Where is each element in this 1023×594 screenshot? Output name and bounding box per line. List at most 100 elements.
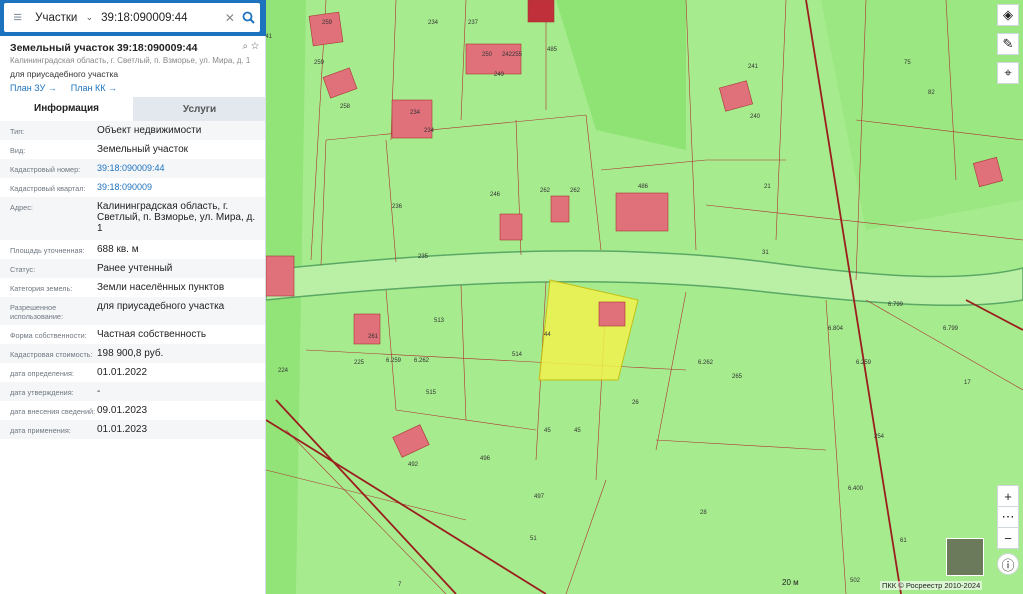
zoom-in-button[interactable]: + bbox=[997, 485, 1019, 507]
parcel-label: 249 bbox=[494, 72, 505, 78]
parcel-label: 259 bbox=[314, 60, 325, 66]
attr-label: Форма собственности: bbox=[10, 331, 87, 340]
parcel-label: 255 bbox=[512, 52, 523, 58]
attr-row: Статус: Ранее учтенный bbox=[0, 259, 265, 278]
attr-row: Вид: Земельный участок bbox=[0, 140, 265, 159]
attr-value: 198 900,8 руб. bbox=[97, 348, 164, 359]
parcel-label: 26 bbox=[632, 400, 639, 406]
attr-value: Земельный участок bbox=[97, 144, 189, 155]
cadastral-number-link[interactable]: 39:18:090009:44 bbox=[97, 163, 262, 174]
attr-value: 01.01.2022 bbox=[97, 367, 148, 378]
search-icon[interactable] bbox=[237, 11, 260, 24]
parcel-label: 6.400 bbox=[848, 486, 864, 492]
attr-value: Объект недвижимости bbox=[97, 125, 202, 136]
parcel-label: 6.259 bbox=[856, 360, 872, 366]
plan-zu-link[interactable]: План ЗУ → bbox=[10, 83, 57, 93]
zoom-out-button[interactable]: − bbox=[997, 527, 1019, 549]
basemap-switcher[interactable] bbox=[946, 538, 984, 576]
object-address: Калининградская область, г. Светлый, п. … bbox=[10, 56, 251, 65]
parcel-label: 513 bbox=[434, 318, 445, 324]
attr-value: Калининградская область, г. Светлый, п. … bbox=[97, 201, 256, 234]
attr-row: Разрешенное использование: для приусадебн… bbox=[0, 297, 265, 325]
attr-value: Ранее учтенный bbox=[97, 263, 173, 274]
pencil-icon[interactable]: ✎ bbox=[997, 33, 1019, 55]
attr-value: Земли населённых пунктов bbox=[97, 282, 225, 293]
parcel-label: 250 bbox=[482, 52, 493, 58]
attr-label: Тип: bbox=[10, 127, 25, 136]
attr-label: Статус: bbox=[10, 265, 36, 274]
cadastral-map[interactable]: 2592412342374852592582342342502422552492… bbox=[266, 0, 1023, 594]
parcel-label: 6.262 bbox=[414, 358, 430, 364]
parcel-label: 82 bbox=[928, 90, 935, 96]
info-panel: ≡ Участки ⌄ ✕ Земельный участок 39:18:09… bbox=[0, 0, 266, 594]
search-input[interactable] bbox=[99, 11, 224, 24]
parcel-label: 262 bbox=[570, 188, 581, 194]
attr-row: дата внесения сведений: 09.01.2023 bbox=[0, 401, 265, 420]
attr-label: Вид: bbox=[10, 146, 26, 155]
attr-label: Площадь уточненная: bbox=[10, 246, 85, 255]
attr-value: 09.01.2023 bbox=[97, 405, 148, 416]
parcel-label: 51 bbox=[530, 536, 537, 542]
parcel-label: 21 bbox=[764, 184, 771, 190]
parcel-label: 28 bbox=[700, 510, 707, 516]
parcel-label: 237 bbox=[468, 20, 479, 26]
plan-links: План ЗУ → План КК → bbox=[10, 83, 260, 93]
parcel-label: 236 bbox=[392, 204, 403, 210]
parcel-label: 224 bbox=[278, 368, 289, 374]
attr-label: Кадастровый квартал: bbox=[10, 184, 86, 193]
tab-services[interactable]: Услуги bbox=[133, 97, 265, 121]
locate-icon[interactable]: ⌖ bbox=[997, 62, 1019, 84]
chevron-down-icon[interactable]: ⌄ bbox=[86, 12, 100, 23]
parcel-label: 265 bbox=[732, 374, 743, 380]
parcel-label: 261 bbox=[368, 334, 379, 340]
tab-info[interactable]: Информация bbox=[0, 97, 133, 121]
object-actions: ⌕ ☆ bbox=[242, 41, 259, 52]
parcel-label: 17 bbox=[964, 380, 971, 386]
parcel-label: 514 bbox=[512, 352, 523, 358]
parcel-label: 486 bbox=[638, 184, 649, 190]
parcel-label: 241 bbox=[266, 34, 273, 40]
parcel-label: 241 bbox=[748, 64, 759, 70]
parcel-label: 497 bbox=[534, 494, 545, 500]
clear-icon[interactable]: ✕ bbox=[223, 11, 237, 25]
parcel-label: 262 bbox=[540, 188, 551, 194]
attr-value: 01.01.2023 bbox=[97, 424, 148, 435]
parcel-label: 258 bbox=[340, 104, 351, 110]
info-icon[interactable]: ⓘ bbox=[997, 553, 1019, 575]
layers-icon[interactable]: ◈ bbox=[997, 4, 1019, 26]
parcel-label: 492 bbox=[408, 462, 419, 468]
menu-icon[interactable]: ≡ bbox=[4, 3, 31, 32]
cadastral-quarter-link[interactable]: 39:18:090009 bbox=[97, 182, 262, 193]
parcel-label: 485 bbox=[547, 47, 558, 53]
panel-tabs: Информация Услуги bbox=[0, 97, 265, 121]
map-canvas[interactable]: 2592412342374852592582342342502422552492… bbox=[266, 0, 1023, 594]
attr-row: Форма собственности: Частная собственност… bbox=[0, 325, 265, 344]
attr-label: Кадастровый номер: bbox=[10, 165, 81, 174]
more-icon[interactable]: ⋯ bbox=[997, 506, 1019, 528]
favorite-star-icon[interactable]: ☆ bbox=[251, 41, 259, 52]
attr-row: дата утверждения: - bbox=[0, 382, 265, 401]
attr-value: для приусадебного участка bbox=[97, 301, 225, 312]
plan-kk-link[interactable]: План КК → bbox=[71, 83, 117, 93]
parcel-label: 496 bbox=[480, 456, 491, 462]
attr-label: Кадастровая стоимость: bbox=[10, 350, 93, 359]
attr-value: Частная собственность bbox=[97, 329, 207, 340]
search-type-select[interactable]: Участки bbox=[31, 12, 85, 24]
parcel-label: 6.804 bbox=[828, 326, 844, 332]
parcel-label: 225 bbox=[354, 360, 365, 366]
attr-label: дата внесения сведений: bbox=[10, 407, 96, 416]
zoom-to-object-icon[interactable]: ⌕ bbox=[242, 41, 248, 52]
attr-label: Адрес: bbox=[10, 203, 33, 212]
attributes-table: Тип: Объект недвижимости Вид: Земельный уч… bbox=[0, 121, 265, 439]
parcel-label: 44 bbox=[544, 332, 551, 338]
parcel-label: 259 bbox=[322, 20, 333, 26]
attr-label: дата утверждения: bbox=[10, 388, 74, 397]
attr-row: Кадастровый номер: 39:18:090009:44 bbox=[0, 159, 265, 178]
attr-row: Адрес: Калининградская область, г. Светлы… bbox=[0, 197, 265, 240]
object-title: Земельный участок 39:18:090009:44 bbox=[10, 42, 198, 54]
parcel-label: 246 bbox=[490, 192, 501, 198]
copyright-text: ПКК © Росреестр 2010-2024 bbox=[880, 581, 983, 590]
parcel-label: 61 bbox=[900, 538, 907, 544]
parcel-label: 254 bbox=[874, 434, 885, 440]
parcel-label: 6.262 bbox=[698, 360, 714, 366]
